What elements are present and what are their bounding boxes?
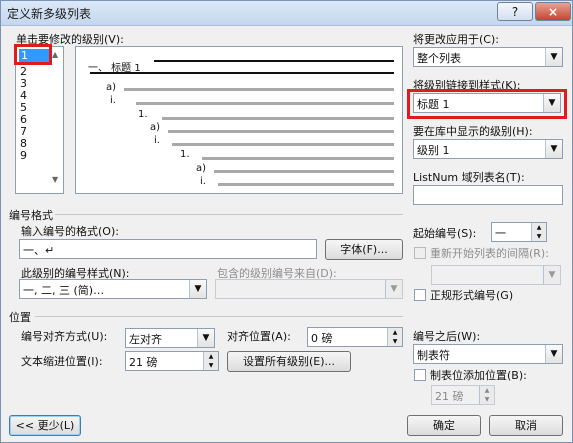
- highlight-box-link-style: [407, 89, 567, 119]
- level-list[interactable]: 1 2 3 4 5 6 7 8 9 ▼ ▲: [15, 46, 64, 194]
- chevron-down-icon: ▼: [385, 280, 402, 298]
- align-label: 编号对齐方式(U):: [21, 330, 108, 343]
- follow-number-select[interactable]: 制表符 ▼: [413, 344, 563, 364]
- format-input[interactable]: 一、↵: [19, 239, 317, 259]
- preview-line-3: i.: [110, 95, 116, 106]
- restart-checkbox[interactable]: [414, 247, 426, 259]
- chevron-down-icon: ▼: [543, 266, 560, 284]
- number-format-group-label: 编号格式: [9, 209, 53, 222]
- spin-down-icon[interactable]: ▼: [479, 395, 494, 404]
- chevron-down-icon: ▼: [545, 140, 562, 158]
- format-label: 输入编号的格式(O):: [21, 225, 119, 238]
- dialog-window: 定义新多级列表 ? × 单击要修改的级别(V): 1 2 3 4 5 6 7 8…: [0, 0, 573, 443]
- listnum-input[interactable]: [413, 185, 563, 205]
- indent-label: 文本缩进位置(I):: [21, 355, 103, 368]
- listnum-label: ListNum 域列表名(T):: [413, 171, 525, 184]
- chevron-down-icon: ▼: [545, 48, 562, 66]
- preview-line-9: i.: [200, 176, 206, 187]
- spin-up-icon[interactable]: ▲: [479, 386, 494, 395]
- spin-down-icon[interactable]: ▼: [203, 361, 218, 370]
- include-level-select[interactable]: ▼: [215, 279, 403, 299]
- preview-line-2: a): [106, 82, 117, 93]
- gallery-level-select[interactable]: 级别 1 ▼: [413, 139, 563, 159]
- highlight-box-level: [14, 44, 52, 65]
- tab-stop-spinner[interactable]: 21 磅 ▲ ▼: [431, 385, 495, 405]
- legal-numbering-checkbox[interactable]: [414, 289, 426, 301]
- close-button[interactable]: ×: [535, 2, 571, 21]
- start-at-label: 起始编号(S):: [413, 227, 477, 240]
- follow-number-label: 编号之后(W):: [413, 330, 481, 343]
- indent-spinner[interactable]: 21 磅 ▲ ▼: [125, 351, 219, 371]
- spin-up-icon[interactable]: ▲: [531, 223, 546, 232]
- window-title: 定义新多级列表: [7, 7, 92, 21]
- apply-to-select[interactable]: 整个列表 ▼: [413, 47, 563, 67]
- tab-stop-checkbox[interactable]: [414, 369, 426, 381]
- legal-numbering-label: 正规形式编号(G): [430, 289, 514, 302]
- cancel-button[interactable]: 取消: [489, 415, 563, 436]
- spin-down-icon[interactable]: ▼: [531, 232, 546, 241]
- ok-button[interactable]: 确定: [407, 415, 481, 436]
- scroll-down-icon[interactable]: ▼: [52, 175, 58, 184]
- spin-up-icon[interactable]: ▲: [387, 328, 402, 337]
- preview-line-5: a): [150, 122, 161, 133]
- align-at-spinner[interactable]: 0 磅 ▲ ▼: [307, 327, 403, 347]
- font-button[interactable]: 字体(F)...: [325, 239, 403, 260]
- spin-down-icon[interactable]: ▼: [387, 337, 402, 346]
- less-button[interactable]: << 更少(L): [9, 415, 81, 436]
- preview-line-8: a): [196, 163, 207, 174]
- align-select[interactable]: 左对齐 ▼: [125, 328, 215, 348]
- restart-select[interactable]: ▼: [431, 265, 561, 285]
- help-button[interactable]: ?: [497, 2, 533, 21]
- tab-stop-label: 制表位添加位置(B):: [430, 369, 527, 382]
- preview-line-7: 1.: [180, 149, 190, 160]
- position-group-label: 位置: [9, 311, 31, 324]
- chevron-down-icon: ▼: [545, 345, 562, 363]
- set-all-levels-button[interactable]: 设置所有级别(E)...: [227, 351, 351, 372]
- spin-up-icon[interactable]: ▲: [203, 352, 218, 361]
- align-at-label: 对齐位置(A):: [227, 330, 291, 343]
- start-at-spinner[interactable]: 一 ▲ ▼: [491, 222, 547, 242]
- scroll-up-icon[interactable]: ▲: [52, 50, 58, 59]
- preview-pane: 一、 标题 1 a) i. 1. a) i. 1. a) i.: [75, 46, 403, 194]
- level-item[interactable]: 9: [20, 149, 27, 162]
- apply-to-label: 将更改应用于(C):: [413, 33, 499, 46]
- title-bar: 定义新多级列表 ? ×: [1, 1, 572, 26]
- chevron-down-icon: ▼: [197, 329, 214, 347]
- gallery-level-label: 要在库中显示的级别(H):: [413, 125, 533, 138]
- preview-line-6: i.: [154, 135, 160, 146]
- preview-line-4: 1.: [138, 109, 148, 120]
- restart-label: 重新开始列表的间隔(R):: [430, 247, 549, 260]
- chevron-down-icon: ▼: [189, 280, 206, 298]
- number-style-select[interactable]: 一, 二, 三 (简)… ▼: [19, 279, 207, 299]
